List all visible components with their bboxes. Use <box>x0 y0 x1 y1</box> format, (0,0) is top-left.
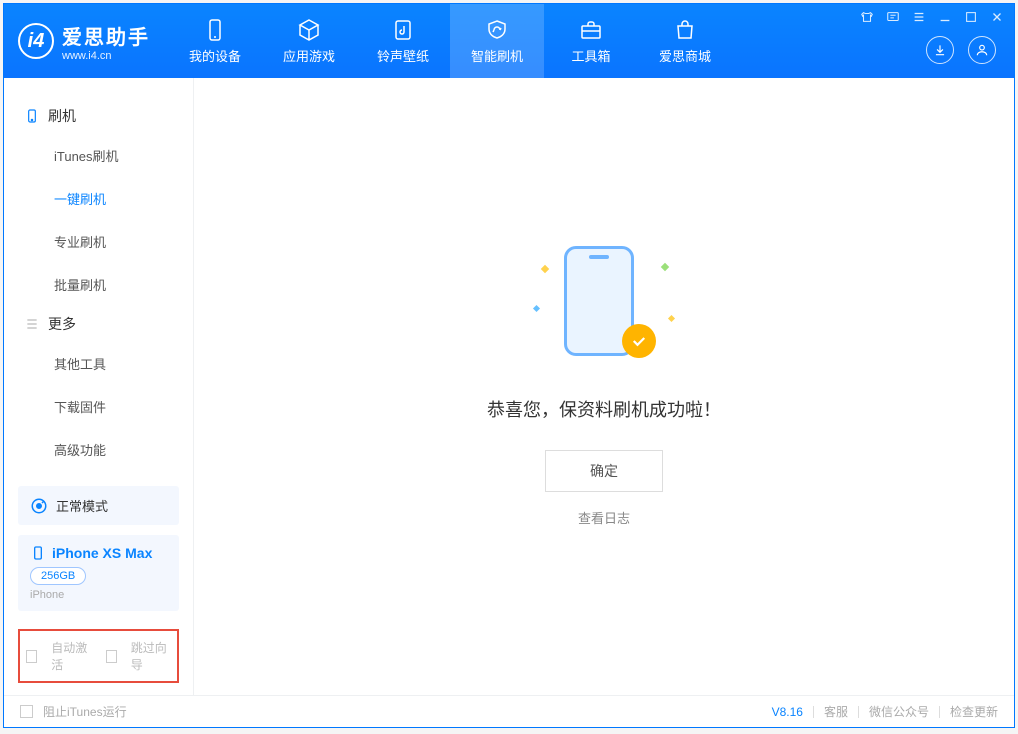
download-icon[interactable] <box>926 36 954 64</box>
device-panel[interactable]: iPhone XS Max 256GB iPhone <box>18 535 179 611</box>
tab-my-device[interactable]: 我的设备 <box>168 4 262 78</box>
sidebar-item-itunes-flash[interactable]: iTunes刷机 <box>4 134 193 177</box>
checkbox-auto-activate[interactable] <box>26 650 37 663</box>
sidebar-item-other-tools[interactable]: 其他工具 <box>4 342 193 385</box>
tab-toolbox[interactable]: 工具箱 <box>544 4 638 78</box>
label-block-itunes: 阻止iTunes运行 <box>43 703 127 720</box>
app-window: i4 爱思助手 www.i4.cn 我的设备 应用游戏 铃声壁纸 智能刷机 <box>3 3 1015 728</box>
body: 刷机 iTunes刷机 一键刷机 专业刷机 批量刷机 更多 其他工具 下载固件 … <box>4 78 1014 695</box>
list-icon <box>24 316 40 332</box>
toolbox-icon <box>579 18 603 42</box>
titlebar-controls <box>860 10 1004 24</box>
label-auto-activate: 自动激活 <box>51 639 91 673</box>
device-storage: 256GB <box>30 567 86 585</box>
main-content: 恭喜您，保资料刷机成功啦！ 确定 查看日志 <box>194 78 1014 695</box>
mode-indicator[interactable]: 正常模式 <box>18 486 179 525</box>
success-message: 恭喜您，保资料刷机成功啦！ <box>487 396 721 422</box>
app-url: www.i4.cn <box>62 50 150 62</box>
user-icon[interactable] <box>968 36 996 64</box>
bag-icon <box>673 18 697 42</box>
footer-link-update[interactable]: 检查更新 <box>950 703 998 720</box>
feedback-icon[interactable] <box>886 10 900 24</box>
success-illustration <box>534 246 674 366</box>
ok-button[interactable]: 确定 <box>545 450 663 492</box>
view-log-link[interactable]: 查看日志 <box>578 508 630 527</box>
flash-options-row: 自动激活 跳过向导 <box>18 629 179 683</box>
mode-icon <box>30 497 48 515</box>
logo-icon: i4 <box>18 23 54 59</box>
sidebar-group-flash[interactable]: 刷机 <box>4 98 193 134</box>
label-skip-guide: 跳过向导 <box>131 639 171 673</box>
sidebar: 刷机 iTunes刷机 一键刷机 专业刷机 批量刷机 更多 其他工具 下载固件 … <box>4 78 194 695</box>
phone-icon <box>203 18 227 42</box>
tshirt-icon[interactable] <box>860 10 874 24</box>
sidebar-item-pro-flash[interactable]: 专业刷机 <box>4 220 193 263</box>
version-label: V8.16 <box>772 705 803 719</box>
close-icon[interactable] <box>990 10 1004 24</box>
tab-smart-flash[interactable]: 智能刷机 <box>450 4 544 78</box>
sidebar-item-batch-flash[interactable]: 批量刷机 <box>4 263 193 306</box>
header: i4 爱思助手 www.i4.cn 我的设备 应用游戏 铃声壁纸 智能刷机 <box>4 4 1014 78</box>
logo: i4 爱思助手 www.i4.cn <box>4 4 168 78</box>
checkbox-block-itunes[interactable] <box>20 705 33 718</box>
app-name: 爱思助手 <box>62 21 150 50</box>
sidebar-item-oneclick-flash[interactable]: 一键刷机 <box>4 177 193 220</box>
device-small-icon <box>30 545 46 561</box>
music-file-icon <box>391 18 415 42</box>
cube-icon <box>297 18 321 42</box>
minimize-icon[interactable] <box>938 10 952 24</box>
sidebar-group-more[interactable]: 更多 <box>4 306 193 342</box>
device-icon <box>24 108 40 124</box>
refresh-shield-icon <box>485 18 509 42</box>
device-type: iPhone <box>30 589 167 601</box>
tab-store[interactable]: 爱思商城 <box>638 4 732 78</box>
menu-icon[interactable] <box>912 10 926 24</box>
device-name: iPhone XS Max <box>52 545 152 561</box>
checkbox-skip-guide[interactable] <box>106 650 117 663</box>
check-badge-icon <box>622 324 656 358</box>
tab-ringtones-wallpapers[interactable]: 铃声壁纸 <box>356 4 450 78</box>
footer-link-support[interactable]: 客服 <box>824 703 848 720</box>
tab-apps-games[interactable]: 应用游戏 <box>262 4 356 78</box>
footer-link-wechat[interactable]: 微信公众号 <box>869 703 929 720</box>
sidebar-item-advanced[interactable]: 高级功能 <box>4 428 193 471</box>
sidebar-item-download-firmware[interactable]: 下载固件 <box>4 385 193 428</box>
nav-tabs: 我的设备 应用游戏 铃声壁纸 智能刷机 工具箱 爱思商城 <box>168 4 732 78</box>
footer: 阻止iTunes运行 V8.16 客服 微信公众号 检查更新 <box>4 695 1014 727</box>
maximize-icon[interactable] <box>964 10 978 24</box>
